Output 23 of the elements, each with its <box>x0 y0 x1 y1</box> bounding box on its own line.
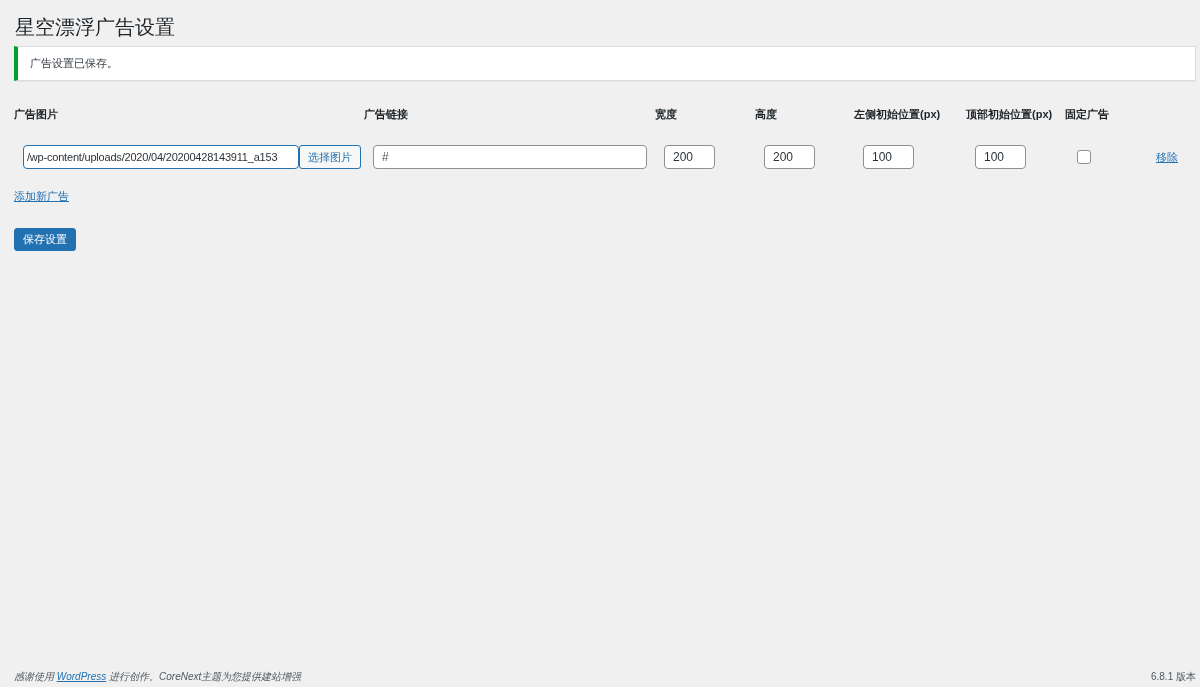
link-field[interactable]: # <box>373 145 647 169</box>
column-header: 广告图片 <box>14 107 59 122</box>
page-title: 星空漂浮广告设置 <box>15 15 175 40</box>
column-header: 宽度 <box>655 107 678 122</box>
fixed-checkbox[interactable] <box>1077 150 1091 164</box>
number-field[interactable]: 100 <box>863 145 914 169</box>
add-ad-link[interactable]: 添加新广告 <box>14 189 69 204</box>
save-button[interactable]: 保存设置 <box>14 228 76 251</box>
footer-text: 感谢使用 WordPress 进行创作。CoreNext主题为您提供建站增强 <box>14 670 302 684</box>
number-field[interactable]: 200 <box>664 145 715 169</box>
choose-image-button[interactable]: 选择图片 <box>299 145 361 169</box>
version-text: 6.8.1 版本 <box>1150 670 1196 684</box>
column-header: 高度 <box>755 107 778 122</box>
image-url-field[interactable]: /wp-content/uploads/2020/04/20200428143911_a153 <box>23 145 299 169</box>
column-header: 左侧初始位置(px) <box>854 107 942 122</box>
notice-text: 广告设置已保存。 <box>30 57 118 69</box>
column-header: 固定广告 <box>1065 107 1110 122</box>
number-field[interactable]: 200 <box>764 145 815 169</box>
column-header: 顶部初始位置(px) <box>966 107 1054 122</box>
remove-link[interactable]: 移除 <box>1156 149 1178 165</box>
number-field[interactable]: 100 <box>975 145 1026 169</box>
wordpress-link[interactable]: WordPress <box>56 671 107 682</box>
column-header: 广告链接 <box>364 107 409 122</box>
